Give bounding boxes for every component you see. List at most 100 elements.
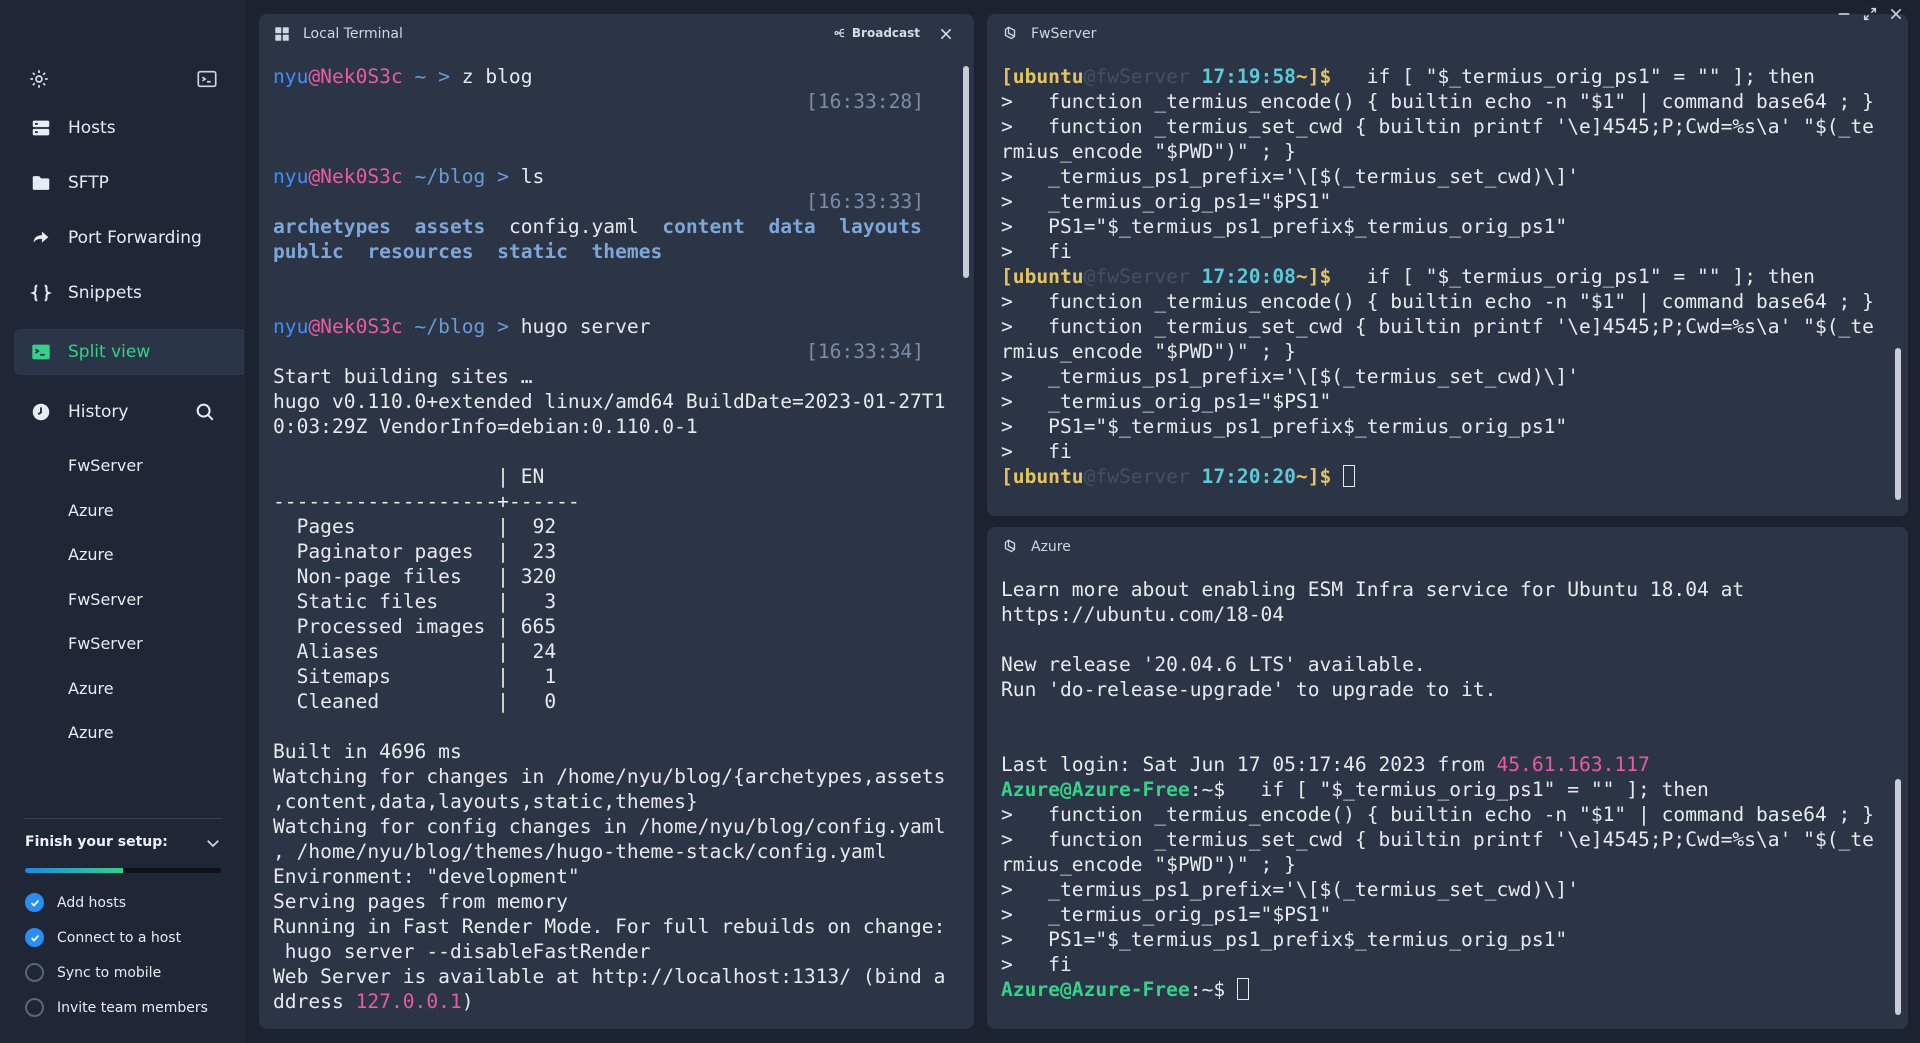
terminal-line: Sitemaps | 1 xyxy=(273,664,954,689)
terminal-line: Non-page files | 320 xyxy=(273,564,954,589)
terminal-text: Watching for changes in /home/nyu/blog/{… xyxy=(273,765,946,788)
history-header[interactable]: History xyxy=(14,392,232,432)
terminal-line: > PS1="$_termius_ps1_prefix$_termius_ori… xyxy=(1001,414,1888,439)
nav-sftp-label: SFTP xyxy=(68,173,109,193)
terminal-line: Last login: Sat Jun 17 05:17:46 2023 fro… xyxy=(1001,752,1888,777)
text-cursor xyxy=(1236,978,1249,1000)
azure-scrollbar[interactable] xyxy=(1895,779,1901,1015)
history-item[interactable]: Azure xyxy=(68,723,114,742)
port-forward-icon xyxy=(33,231,49,243)
terminal-text: Web Server is available at http://localh… xyxy=(273,965,946,988)
setup-item-connect[interactable]: Connect to a host xyxy=(25,928,181,947)
empty-circle-icon xyxy=(25,963,44,982)
prompt-time: 17:19:58 xyxy=(1201,65,1296,88)
terminal-line: Start building sites … xyxy=(273,364,954,389)
terminal-icon[interactable] xyxy=(196,68,218,90)
local-terminal-output[interactable]: nyu@Nek0S3c ~ > z blog [16:33:28] nyu@Nek… xyxy=(273,64,954,1014)
setup-progress-fill xyxy=(25,868,123,873)
terminal-line: Web Server is available at http://localh… xyxy=(273,964,954,989)
terminal-line: nyu@Nek0S3c ~ > z blog xyxy=(273,64,954,89)
gear-icon[interactable] xyxy=(28,68,50,90)
terminal-line: , /home/nyu/blog/themes/hugo-theme-stack… xyxy=(273,839,954,864)
terminal-line: > function _termius_encode() { builtin e… xyxy=(1001,89,1888,114)
terminal-line: Learn more about enabling ESM Infra serv… xyxy=(1001,577,1888,602)
terminal-line: > function _termius_encode() { builtin e… xyxy=(1001,802,1888,827)
local-terminal-pane[interactable]: Local Terminal Broadcast nyu@Nek0S3c ~ >… xyxy=(259,14,974,1029)
terminal-line: > PS1="$_termius_ps1_prefix$_termius_ori… xyxy=(1001,927,1888,952)
prompt-time: 17:20:08 xyxy=(1201,265,1296,288)
azure-header: Azure xyxy=(987,527,1908,567)
terminal-line: > _termius_ps1_prefix='\[$(_termius_set_… xyxy=(1001,877,1888,902)
terminal-line: 0:03:29Z VendorInfo=debian:0.110.0-1 xyxy=(273,414,954,439)
expand-icon[interactable] xyxy=(1862,6,1878,22)
terminal-text: > fi xyxy=(1001,440,1072,463)
prompt-user: nyu xyxy=(273,165,309,188)
nav-port-forwarding[interactable]: Port Forwarding xyxy=(14,216,244,260)
prompt-user: nyu xyxy=(273,315,309,338)
timestamp: [16:33:33] xyxy=(806,190,924,213)
terminal-text: Sitemaps | 1 xyxy=(273,665,580,688)
history-item[interactable]: Azure xyxy=(68,545,114,564)
terminal-line: > function _termius_set_cwd { builtin pr… xyxy=(1001,314,1888,339)
history-item[interactable]: Azure xyxy=(68,679,114,698)
timestamp: [16:33:34] xyxy=(806,340,924,363)
nav-sftp[interactable]: SFTP xyxy=(14,161,244,205)
history-item[interactable]: Azure xyxy=(68,501,114,520)
prompt-path: ~/blog xyxy=(402,315,486,338)
snippets-icon xyxy=(30,284,52,302)
azure-pane[interactable]: Azure Learn more about enabling ESM Infr… xyxy=(987,527,1908,1029)
window-close-icon[interactable] xyxy=(1888,6,1904,22)
setup-item-label: Sync to mobile xyxy=(57,964,162,981)
terminal-session-icon xyxy=(1004,26,1016,40)
chevron-down-icon[interactable] xyxy=(204,834,222,852)
nav-snippets-label: Snippets xyxy=(68,283,142,303)
ls-entry: layouts xyxy=(839,215,922,238)
terminal-text: Processed images | 665 xyxy=(273,615,580,638)
terminal-text: hugo server --disableFastRender xyxy=(273,940,651,963)
azure-terminal-output[interactable]: Learn more about enabling ESM Infra serv… xyxy=(1001,577,1888,1002)
fwserver-scrollbar[interactable] xyxy=(1895,348,1901,500)
setup-item-sync-mobile[interactable]: Sync to mobile xyxy=(25,963,161,982)
bind-ip: 127.0.0.1 xyxy=(355,990,462,1013)
command: hugo xyxy=(520,315,568,338)
prompt-symbol: :~$ xyxy=(1189,778,1226,801)
broadcast-icon xyxy=(834,28,844,38)
nav-snippets[interactable]: Snippets xyxy=(14,271,244,315)
ls-entry: config.yaml xyxy=(508,215,663,238)
terminal-text: | EN xyxy=(273,465,568,488)
setup-item-invite-team[interactable]: Invite team members xyxy=(25,998,208,1017)
terminal-text: ,content,data,layouts,static,themes} xyxy=(273,790,698,813)
terminal-line: Watching for config changes in /home/nyu… xyxy=(273,814,954,839)
terminal-text: Aliases | 24 xyxy=(273,640,580,663)
ls-entry: assets xyxy=(414,215,509,238)
setup-item-add-hosts[interactable]: Add hosts xyxy=(25,893,126,912)
minimize-icon[interactable] xyxy=(1836,6,1852,22)
nav-hosts[interactable]: Hosts xyxy=(14,106,244,150)
close-icon[interactable] xyxy=(938,26,954,42)
broadcast-button[interactable]: Broadcast xyxy=(833,26,920,40)
prompt-symbol: ~]$ xyxy=(1295,265,1332,288)
terminal-text: 0:03:29Z VendorInfo=debian:0.110.0-1 xyxy=(273,415,698,438)
terminal-line: [16:33:28] xyxy=(273,89,954,114)
terminal-line: Azure@Azure-Free:~$ if [ "$_termius_orig… xyxy=(1001,777,1888,802)
terminal-line: rmius_encode "$PWD")" ; } xyxy=(1001,139,1888,164)
fwserver-terminal-output[interactable]: [ubuntu@fwServer 17:19:58~]$ if [ "$_ter… xyxy=(1001,64,1888,489)
terminal-text: Learn more about enabling ESM Infra serv… xyxy=(1001,578,1745,601)
fwserver-pane[interactable]: FwServer [ubuntu@fwServer 17:19:58~]$ if… xyxy=(987,14,1908,516)
history-item[interactable]: FwServer xyxy=(68,634,143,653)
nav-split-view[interactable]: Split view xyxy=(14,329,244,375)
pane-title: Local Terminal xyxy=(303,26,403,42)
terminal-text: Watching for config changes in /home/nyu… xyxy=(273,815,946,838)
prompt-symbol: ~]$ xyxy=(1295,65,1332,88)
local-scrollbar[interactable] xyxy=(963,66,969,278)
history-item[interactable]: FwServer xyxy=(68,590,143,609)
terminal-line: > function _termius_encode() { builtin e… xyxy=(1001,289,1888,314)
history-item[interactable]: FwServer xyxy=(68,456,143,475)
command: if [ "$_termius_orig_ps1" = "" ]; then xyxy=(1225,778,1709,801)
search-icon[interactable] xyxy=(194,401,216,423)
